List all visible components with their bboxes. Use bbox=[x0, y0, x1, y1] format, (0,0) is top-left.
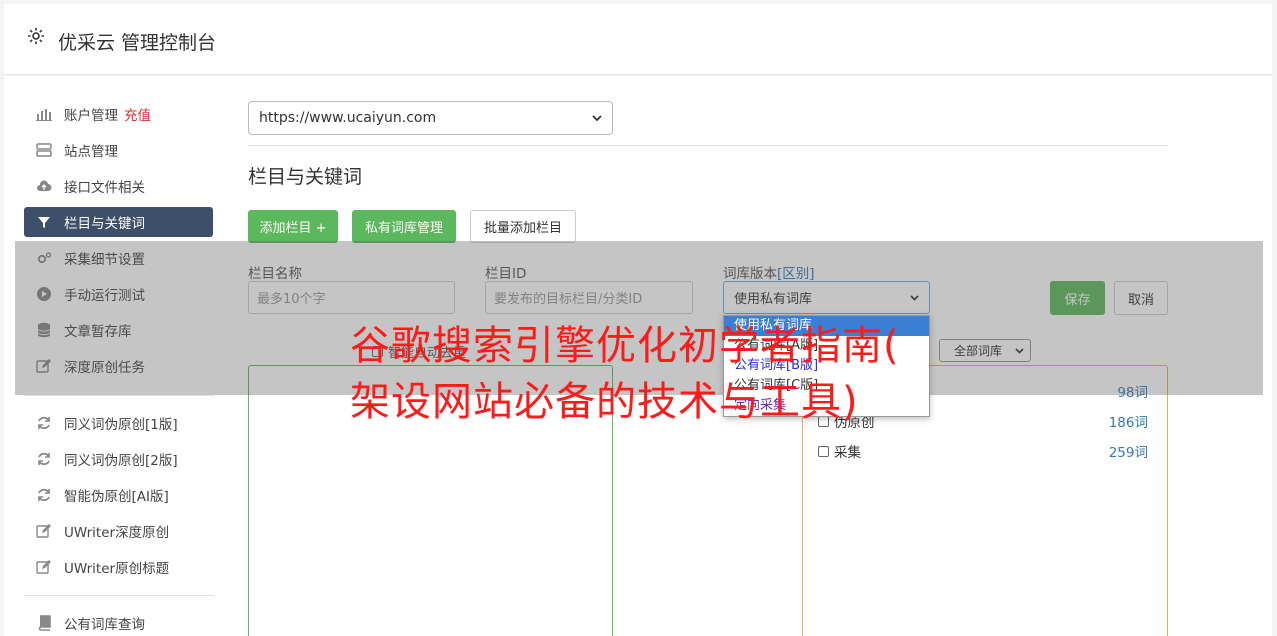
sidebar-item-sites[interactable]: 站点管理 bbox=[24, 135, 213, 165]
sidebar-item-label: 接口文件相关 bbox=[64, 180, 145, 196]
library-count: 259词 bbox=[1108, 445, 1148, 461]
book-icon bbox=[36, 615, 52, 631]
sidebar-item-uwriter-title[interactable]: UWriter原创标题 bbox=[24, 552, 213, 582]
sidebar-item-label: 同义词伪原创[2版] bbox=[64, 453, 178, 469]
sidebar-item-label: 栏目与关键词 bbox=[64, 216, 145, 232]
sidebar-item-label: 公有词库查询 bbox=[64, 617, 145, 633]
add-column-button[interactable]: 添加栏目 + bbox=[248, 210, 338, 243]
library-checkbox[interactable] bbox=[818, 445, 829, 457]
sidebar-item-label: 账户管理 bbox=[64, 108, 118, 124]
private-library-button[interactable]: 私有词库管理 bbox=[352, 210, 456, 243]
sidebar-item-label: 同义词伪原创[1版] bbox=[64, 417, 178, 433]
sidebar-item-ai-rewrite[interactable]: 智能伪原创[AI版] bbox=[24, 480, 213, 510]
refresh-icon bbox=[36, 451, 52, 467]
recharge-link[interactable]: 充值 bbox=[124, 104, 151, 124]
chevron-down-icon bbox=[592, 115, 602, 122]
sidebar-item-synonym-v1[interactable]: 同义词伪原创[1版] bbox=[24, 408, 213, 438]
library-row[interactable]: 采集 259词 bbox=[818, 441, 1148, 461]
edit-icon bbox=[36, 523, 52, 539]
sidebar-item-synonym-v2[interactable]: 同义词伪原创[2版] bbox=[24, 444, 213, 474]
sidebar-item-uwriter-deep[interactable]: UWriter深度原创 bbox=[24, 516, 213, 546]
library-count: 186词 bbox=[1108, 415, 1148, 431]
sidebar-item-label: UWriter原创标题 bbox=[64, 561, 170, 577]
section-divider bbox=[248, 145, 1168, 146]
section-title: 栏目与关键词 bbox=[248, 166, 363, 188]
gear-icon bbox=[28, 28, 44, 44]
bar-chart-icon bbox=[36, 106, 52, 122]
site-select-value: https://www.ucaiyun.com bbox=[259, 110, 437, 126]
sidebar-item-account[interactable]: 账户管理 充值 bbox=[24, 99, 213, 129]
app-header: 优采云 管理控制台 bbox=[4, 4, 1272, 75]
sidebar-item-columns[interactable]: 栏目与关键词 bbox=[24, 207, 213, 237]
edit-icon bbox=[36, 559, 52, 575]
sidebar-item-interface[interactable]: 接口文件相关 bbox=[24, 171, 213, 201]
library-name: 采集 bbox=[834, 445, 861, 461]
app-title: 优采云 管理控制台 bbox=[58, 32, 217, 54]
watermark-line: 架设网站必备的技术与工具) bbox=[350, 379, 859, 425]
refresh-icon bbox=[36, 487, 52, 503]
batch-add-column-button[interactable]: 批量添加栏目 bbox=[470, 210, 576, 243]
server-icon bbox=[36, 142, 52, 158]
sidebar-divider bbox=[24, 395, 214, 396]
sidebar-item-label: UWriter深度原创 bbox=[64, 525, 170, 541]
refresh-icon bbox=[36, 415, 52, 431]
filter-icon bbox=[36, 214, 52, 230]
sidebar-item-label: 智能伪原创[AI版] bbox=[64, 489, 169, 505]
sidebar-item-public-lib[interactable]: 公有词库查询 bbox=[24, 608, 213, 636]
watermark-text: 谷歌搜索引擎优化初学者指南( 架设网站必备的技术与工具) bbox=[350, 318, 950, 430]
cloud-upload-icon bbox=[36, 178, 52, 194]
watermark-line: 谷歌搜索引擎优化初学者指南( bbox=[350, 323, 900, 369]
site-select[interactable]: https://www.ucaiyun.com bbox=[248, 101, 613, 135]
sidebar-item-label: 站点管理 bbox=[64, 144, 118, 160]
sidebar-divider bbox=[24, 595, 214, 596]
